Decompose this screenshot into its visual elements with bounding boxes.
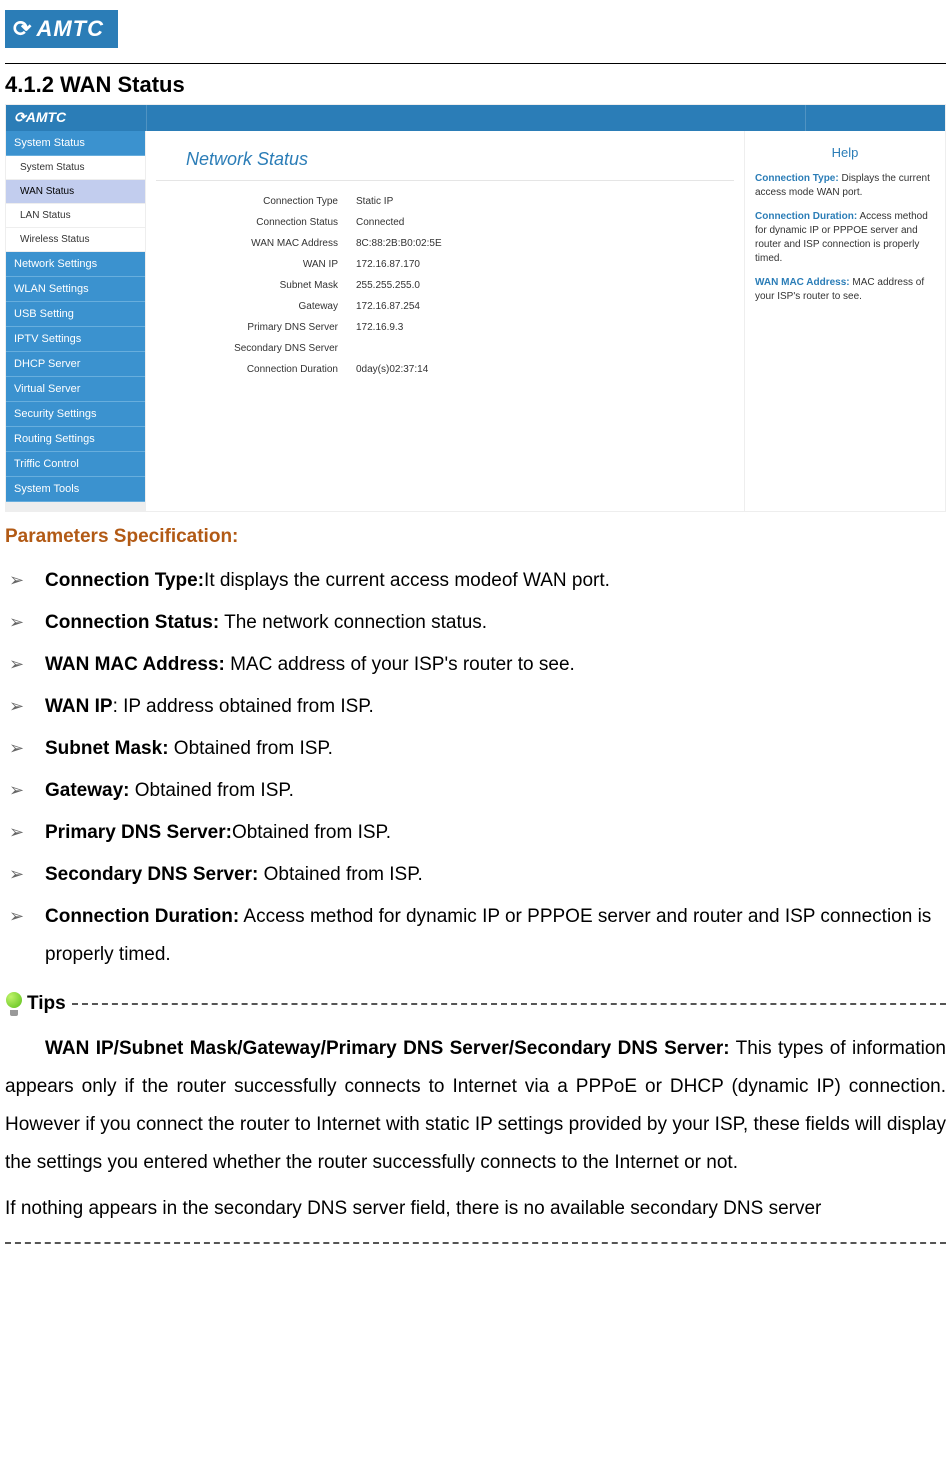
chevron-right-icon: ➢ (5, 688, 45, 724)
param-item: ➢Subnet Mask: Obtained from ISP. (5, 730, 946, 768)
kv-value: 172.16.87.170 (356, 259, 420, 270)
param-item: ➢Connection Status: The network connecti… (5, 604, 946, 642)
kv-key: WAN IP (156, 259, 356, 270)
kv-row: Secondary DNS Server (156, 338, 734, 359)
sidebar-item[interactable]: WAN Status (6, 180, 145, 204)
nav-group[interactable]: DHCP Server (6, 352, 145, 377)
app-body: System Status System StatusWAN StatusLAN… (6, 131, 945, 511)
kv-value: 0day(s)02:37:14 (356, 364, 428, 375)
kv-row: Connection TypeStatic IP (156, 191, 734, 212)
kv-key: Connection Type (156, 196, 356, 207)
app-topbar: ⟳AMTC (6, 105, 945, 131)
bulb-icon (5, 992, 23, 1016)
kv-value: Static IP (356, 196, 393, 207)
tips-paragraph-1: WAN IP/Subnet Mask/Gateway/Primary DNS S… (5, 1030, 946, 1182)
param-text: Secondary DNS Server: Obtained from ISP. (45, 856, 946, 894)
sidebar-item[interactable]: LAN Status (6, 204, 145, 228)
brand-logo: ⟳AMTC (5, 10, 118, 48)
kv-key: WAN MAC Address (156, 238, 356, 249)
param-text: Subnet Mask: Obtained from ISP. (45, 730, 946, 768)
dash-line-bottom (5, 1242, 946, 1244)
chevron-right-icon: ➢ (5, 772, 45, 808)
param-text: Connection Status: The network connectio… (45, 604, 946, 642)
param-list: ➢Connection Type:It displays the current… (5, 562, 946, 974)
brand-text: AMTC (36, 16, 104, 41)
kv-row: Primary DNS Server172.16.9.3 (156, 317, 734, 338)
swirl-icon: ⟳ (14, 109, 26, 125)
divider (5, 63, 946, 64)
kv-key: Secondary DNS Server (156, 343, 356, 354)
param-item: ➢WAN IP: IP address obtained from ISP. (5, 688, 946, 726)
section-heading: 4.1.2 WAN Status (5, 72, 946, 98)
chevron-right-icon: ➢ (5, 730, 45, 766)
tips-paragraph-2: If nothing appears in the secondary DNS … (5, 1190, 946, 1228)
kv-value: 8C:88:2B:B0:02:5E (356, 238, 442, 249)
sidebar-item[interactable]: Wireless Status (6, 228, 145, 252)
param-item: ➢Connection Duration: Access method for … (5, 898, 946, 974)
kv-row: Subnet Mask255.255.255.0 (156, 275, 734, 296)
nav-group[interactable]: Triffic Control (6, 452, 145, 477)
kv-row: WAN MAC Address8C:88:2B:B0:02:5E (156, 233, 734, 254)
param-item: ➢Secondary DNS Server: Obtained from ISP… (5, 856, 946, 894)
topbar-seg (146, 105, 805, 131)
kv-value: 255.255.255.0 (356, 280, 420, 291)
sidebar: System Status System StatusWAN StatusLAN… (6, 131, 146, 511)
panel-title: Network Status (156, 145, 734, 181)
kv-value: 172.16.87.254 (356, 301, 420, 312)
kv-value: 172.16.9.3 (356, 322, 403, 333)
nav-group[interactable]: USB Setting (6, 302, 145, 327)
param-text: Connection Duration: Access method for d… (45, 898, 946, 974)
kv-value: Connected (356, 217, 404, 228)
kv-key: Primary DNS Server (156, 322, 356, 333)
main-panel: Network Status Connection TypeStatic IPC… (146, 131, 745, 511)
topbar-seg-right (805, 105, 945, 131)
chevron-right-icon: ➢ (5, 898, 45, 934)
help-title: Help (755, 145, 935, 160)
dash-line (72, 1003, 946, 1005)
page-header: ⟳AMTC (0, 0, 951, 53)
param-text: WAN MAC Address: MAC address of your ISP… (45, 646, 946, 684)
chevron-right-icon: ➢ (5, 562, 45, 598)
kv-key: Connection Duration (156, 364, 356, 375)
nav-group[interactable]: Security Settings (6, 402, 145, 427)
nav-group-system-status[interactable]: System Status (6, 131, 145, 156)
kv-key: Subnet Mask (156, 280, 356, 291)
help-item: Connection Duration: Access method for d… (755, 210, 935, 266)
nav-group[interactable]: WLAN Settings (6, 277, 145, 302)
tips-label: Tips (27, 993, 66, 1015)
admin-screenshot: ⟳AMTC System Status System StatusWAN Sta… (5, 104, 946, 512)
brand-mini: ⟳AMTC (6, 105, 146, 131)
tips-row: Tips (5, 992, 946, 1016)
chevron-right-icon: ➢ (5, 604, 45, 640)
param-text: WAN IP: IP address obtained from ISP. (45, 688, 946, 726)
nav-group[interactable]: IPTV Settings (6, 327, 145, 352)
nav-group[interactable]: Network Settings (6, 252, 145, 277)
kv-key: Gateway (156, 301, 356, 312)
help-panel: Help Connection Type: Displays the curre… (745, 131, 945, 511)
tips-bold: WAN IP/Subnet Mask/Gateway/Primary DNS S… (45, 1038, 730, 1059)
kv-row: Gateway172.16.87.254 (156, 296, 734, 317)
help-item: Connection Type: Displays the current ac… (755, 172, 935, 200)
kv-key: Connection Status (156, 217, 356, 228)
param-text: Primary DNS Server:Obtained from ISP. (45, 814, 946, 852)
param-item: ➢Primary DNS Server:Obtained from ISP. (5, 814, 946, 852)
param-item: ➢WAN MAC Address: MAC address of your IS… (5, 646, 946, 684)
chevron-right-icon: ➢ (5, 646, 45, 682)
sidebar-item[interactable]: System Status (6, 156, 145, 180)
chevron-right-icon: ➢ (5, 814, 45, 850)
help-item: WAN MAC Address: MAC address of your ISP… (755, 276, 935, 304)
nav-group[interactable]: Virtual Server (6, 377, 145, 402)
nav-group[interactable]: System Tools (6, 477, 145, 502)
kv-row: Connection StatusConnected (156, 212, 734, 233)
kv-row: Connection Duration0day(s)02:37:14 (156, 359, 734, 380)
nav-group[interactable]: Routing Settings (6, 427, 145, 452)
chevron-right-icon: ➢ (5, 856, 45, 892)
param-item: ➢Gateway: Obtained from ISP. (5, 772, 946, 810)
swirl-icon: ⟳ (13, 16, 32, 42)
params-title: Parameters Specification: (5, 526, 946, 548)
param-text: Gateway: Obtained from ISP. (45, 772, 946, 810)
param-text: Connection Type:It displays the current … (45, 562, 946, 600)
kv-row: WAN IP172.16.87.170 (156, 254, 734, 275)
param-item: ➢Connection Type:It displays the current… (5, 562, 946, 600)
